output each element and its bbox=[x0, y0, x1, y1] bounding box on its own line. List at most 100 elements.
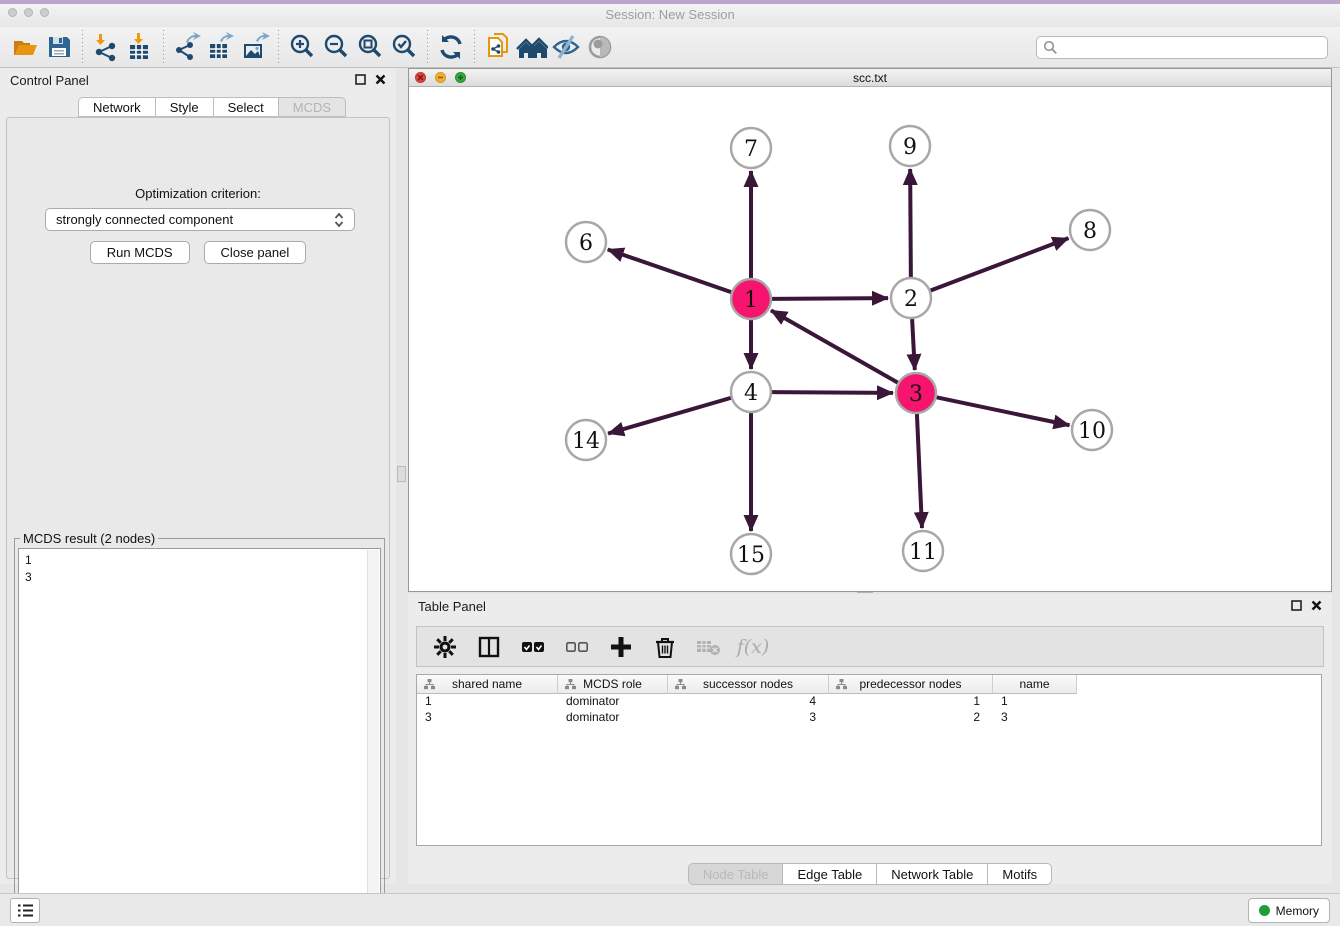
node-10[interactable]: 10 bbox=[1072, 410, 1112, 450]
tab-style[interactable]: Style bbox=[155, 97, 213, 117]
zoom-in-icon[interactable] bbox=[285, 30, 319, 64]
network-window-titlebar[interactable]: scc.txt bbox=[409, 69, 1331, 87]
node-2[interactable]: 2 bbox=[891, 278, 931, 318]
edge-3-11[interactable] bbox=[917, 414, 922, 528]
memory-label: Memory bbox=[1276, 904, 1319, 918]
apply-layout-icon[interactable] bbox=[434, 30, 468, 64]
cell[interactable]: 1 bbox=[417, 694, 558, 710]
cell[interactable]: 3 bbox=[417, 710, 558, 726]
dropdown-stepper-icon bbox=[334, 212, 344, 228]
edge-3-1[interactable] bbox=[771, 310, 898, 382]
deselect-all-columns-icon[interactable] bbox=[563, 633, 591, 661]
edge-1-2[interactable] bbox=[772, 298, 888, 299]
table-options-icon[interactable] bbox=[431, 633, 459, 661]
save-session-icon[interactable] bbox=[42, 30, 76, 64]
svg-text:3: 3 bbox=[909, 382, 923, 407]
node-11[interactable]: 11 bbox=[903, 531, 943, 571]
zoom-fit-icon[interactable] bbox=[353, 30, 387, 64]
svg-text:1: 1 bbox=[744, 288, 758, 313]
export-network-icon[interactable] bbox=[170, 30, 204, 64]
delete-table-icon[interactable] bbox=[695, 633, 723, 661]
open-session-icon[interactable] bbox=[8, 30, 42, 64]
zoom-out-icon[interactable] bbox=[319, 30, 353, 64]
edge-4-3[interactable] bbox=[772, 392, 893, 393]
table-toolbar: f(x) bbox=[416, 626, 1324, 667]
node-table[interactable]: shared nameMCDS rolesuccessor nodesprede… bbox=[416, 674, 1322, 846]
export-table-icon[interactable] bbox=[204, 30, 238, 64]
cell[interactable]: 4 bbox=[668, 694, 829, 710]
close-panel-icon[interactable] bbox=[375, 74, 386, 85]
cell[interactable]: 3 bbox=[993, 710, 1077, 726]
tab-edge-table[interactable]: Edge Table bbox=[782, 863, 876, 885]
edge-2-8[interactable] bbox=[931, 238, 1069, 290]
cell[interactable]: 1 bbox=[993, 694, 1077, 710]
search-input[interactable] bbox=[1058, 40, 1321, 54]
import-table-icon[interactable] bbox=[123, 30, 157, 64]
node-7[interactable]: 7 bbox=[731, 128, 771, 168]
cell[interactable]: dominator bbox=[558, 710, 668, 726]
float-panel-icon[interactable] bbox=[355, 74, 366, 85]
node-1[interactable]: 1 bbox=[731, 279, 771, 319]
hierarchy-icon bbox=[836, 679, 847, 690]
memory-button[interactable]: Memory bbox=[1248, 898, 1330, 923]
cell[interactable]: dominator bbox=[558, 694, 668, 710]
function-builder-icon[interactable]: f(x) bbox=[739, 633, 767, 661]
edge-3-10[interactable] bbox=[937, 397, 1070, 425]
tab-select[interactable]: Select bbox=[213, 97, 278, 117]
search-box[interactable] bbox=[1036, 36, 1328, 59]
select-all-columns-icon[interactable] bbox=[519, 633, 547, 661]
cell[interactable]: 1 bbox=[829, 694, 993, 710]
memory-status-icon bbox=[1259, 905, 1270, 916]
edge-4-14[interactable] bbox=[608, 398, 731, 434]
edge-2-3[interactable] bbox=[912, 319, 915, 370]
vertical-split-handle[interactable] bbox=[397, 466, 406, 482]
delete-columns-icon[interactable] bbox=[651, 633, 679, 661]
copy-network-icon[interactable] bbox=[481, 30, 515, 64]
zoom-selected-icon[interactable] bbox=[387, 30, 421, 64]
edge-2-9[interactable] bbox=[910, 169, 911, 277]
first-neighbors-icon[interactable] bbox=[515, 30, 549, 64]
export-image-icon[interactable] bbox=[238, 30, 272, 64]
column-header-successor-nodes[interactable]: successor nodes bbox=[668, 675, 829, 694]
close-table-panel-icon[interactable] bbox=[1311, 600, 1322, 611]
tab-motifs[interactable]: Motifs bbox=[987, 863, 1052, 885]
column-header-predecessor-nodes[interactable]: predecessor nodes bbox=[829, 675, 993, 694]
node-6[interactable]: 6 bbox=[566, 222, 606, 262]
hierarchy-icon bbox=[565, 679, 576, 690]
network-canvas[interactable]: 7 9 6 8 1 2 4 3 14 10 15 11 bbox=[409, 88, 1331, 591]
node-3[interactable]: 3 bbox=[896, 373, 936, 413]
create-column-icon[interactable] bbox=[607, 633, 635, 661]
column-header-name[interactable]: name bbox=[993, 675, 1077, 694]
node-15[interactable]: 15 bbox=[731, 534, 771, 574]
show-column-panel-icon[interactable] bbox=[475, 633, 503, 661]
show-all-icon[interactable] bbox=[583, 30, 617, 64]
column-header-shared-name[interactable]: shared name bbox=[417, 675, 558, 694]
hide-selected-icon[interactable] bbox=[549, 30, 583, 64]
tab-network-table[interactable]: Network Table bbox=[876, 863, 987, 885]
control-panel-title: Control Panel bbox=[10, 73, 89, 88]
toolbar-separator bbox=[163, 30, 164, 64]
run-mcds-button[interactable]: Run MCDS bbox=[90, 241, 190, 264]
node-14[interactable]: 14 bbox=[566, 420, 606, 460]
edge-1-6[interactable] bbox=[608, 250, 731, 293]
table-panel-title: Table Panel bbox=[418, 599, 486, 614]
table-row[interactable]: 3dominator323 bbox=[417, 710, 1321, 726]
column-header-MCDS-role[interactable]: MCDS role bbox=[558, 675, 668, 694]
float-table-panel-icon[interactable] bbox=[1291, 600, 1302, 611]
tab-node-table[interactable]: Node Table bbox=[688, 863, 783, 885]
table-row[interactable]: 1dominator411 bbox=[417, 694, 1321, 710]
import-network-icon[interactable] bbox=[89, 30, 123, 64]
mcds-result-text[interactable]: 1 3 bbox=[18, 548, 381, 918]
cell[interactable]: 3 bbox=[668, 710, 829, 726]
criterion-dropdown[interactable]: strongly connected component bbox=[45, 208, 355, 231]
node-4[interactable]: 4 bbox=[731, 372, 771, 412]
svg-text:4: 4 bbox=[744, 381, 758, 406]
cell[interactable]: 2 bbox=[829, 710, 993, 726]
close-panel-button[interactable]: Close panel bbox=[204, 241, 307, 264]
tab-network[interactable]: Network bbox=[78, 97, 155, 117]
node-8[interactable]: 8 bbox=[1070, 210, 1110, 250]
task-history-button[interactable] bbox=[10, 898, 40, 923]
tab-mcds[interactable]: MCDS bbox=[278, 97, 346, 117]
node-9[interactable]: 9 bbox=[890, 126, 930, 166]
result-scrollbar[interactable] bbox=[367, 550, 379, 916]
